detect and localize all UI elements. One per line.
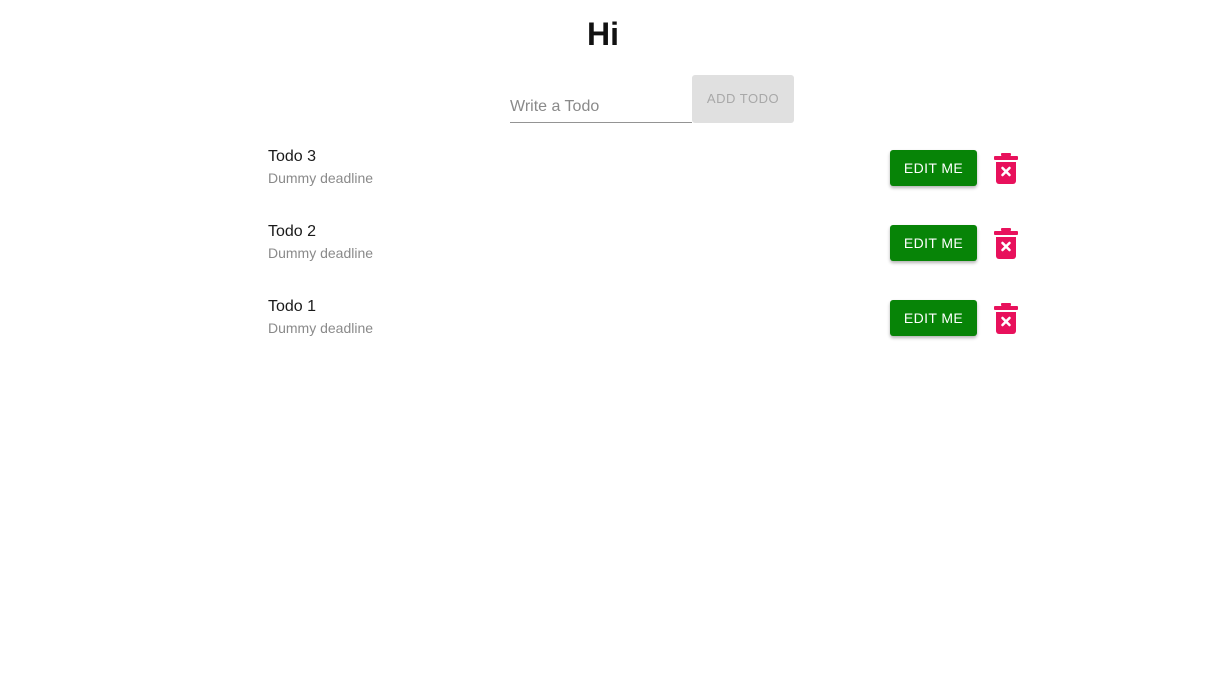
todo-item: Todo 2 Dummy deadline EDIT ME [268,215,1028,290]
add-todo-form: ADD TODO [510,75,794,123]
todo-item: Todo 1 Dummy deadline EDIT ME [268,290,1028,365]
add-todo-button[interactable]: ADD TODO [692,75,794,123]
edit-button[interactable]: EDIT ME [890,225,977,261]
edit-button[interactable]: EDIT ME [890,300,977,336]
page-title: Hi [587,16,619,52]
todo-title: Todo 1 [268,298,317,315]
trash-x-icon [993,303,1019,335]
todo-text: Todo 1 Dummy deadline [268,297,373,337]
edit-button[interactable]: EDIT ME [890,150,977,186]
todo-input[interactable] [510,92,692,123]
todo-deadline: Dummy deadline [268,245,374,261]
todo-title: Todo 2 [268,223,317,240]
trash-x-icon [993,228,1019,260]
todo-text: Todo 2 Dummy deadline [268,222,373,262]
todo-deadline: Dummy deadline [268,170,374,186]
todo-title: Todo 3 [268,148,317,165]
todo-item: Todo 3 Dummy deadline EDIT ME [268,140,1028,215]
delete-button[interactable] [993,153,1019,185]
delete-button[interactable] [993,228,1019,260]
trash-x-icon [993,153,1019,185]
todo-deadline: Dummy deadline [268,320,374,336]
todo-text: Todo 3 Dummy deadline [268,147,373,187]
delete-button[interactable] [993,303,1019,335]
todo-list: Todo 3 Dummy deadline EDIT ME Todo 2 Dum… [268,140,1028,365]
